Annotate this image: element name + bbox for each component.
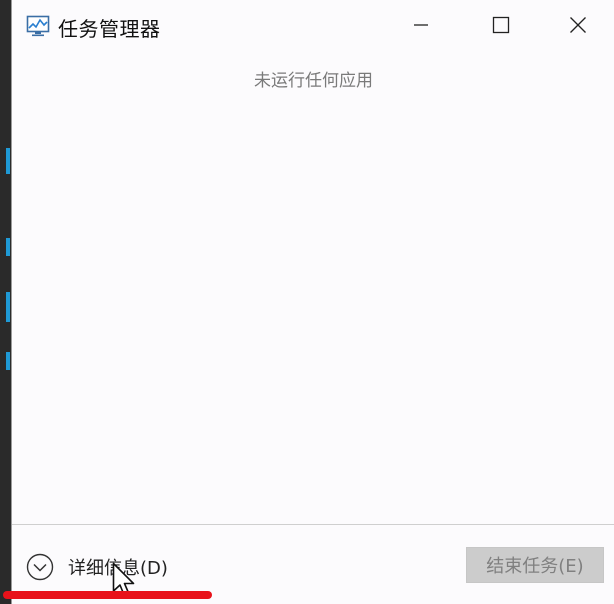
minimize-icon — [414, 24, 428, 26]
footer-divider — [12, 524, 614, 525]
close-icon — [570, 17, 586, 33]
background-glint — [6, 352, 10, 370]
highlight-underline — [3, 591, 212, 599]
chevron-down-circle-icon — [26, 553, 54, 581]
background-glint — [6, 292, 10, 322]
more-details-button[interactable]: 详细信息(D) — [26, 551, 168, 583]
window-title: 任务管理器 — [58, 17, 161, 41]
no-apps-running-message: 未运行任何应用 — [254, 71, 373, 91]
minimize-button[interactable] — [398, 5, 444, 45]
background-window-edge — [0, 0, 11, 604]
background-glint — [6, 148, 10, 174]
maximize-icon — [492, 16, 510, 34]
title-bar[interactable]: 任务管理器 — [12, 0, 614, 52]
maximize-button[interactable] — [478, 5, 524, 45]
screen: 任务管理器 未运行任何应用 结束任务(E) — [0, 0, 614, 604]
end-task-button[interactable]: 结束任务(E) — [466, 547, 604, 583]
close-button[interactable] — [555, 5, 601, 45]
task-manager-icon — [26, 15, 50, 37]
background-glint — [6, 238, 10, 256]
task-manager-window: 任务管理器 未运行任何应用 结束任务(E) — [11, 0, 614, 604]
